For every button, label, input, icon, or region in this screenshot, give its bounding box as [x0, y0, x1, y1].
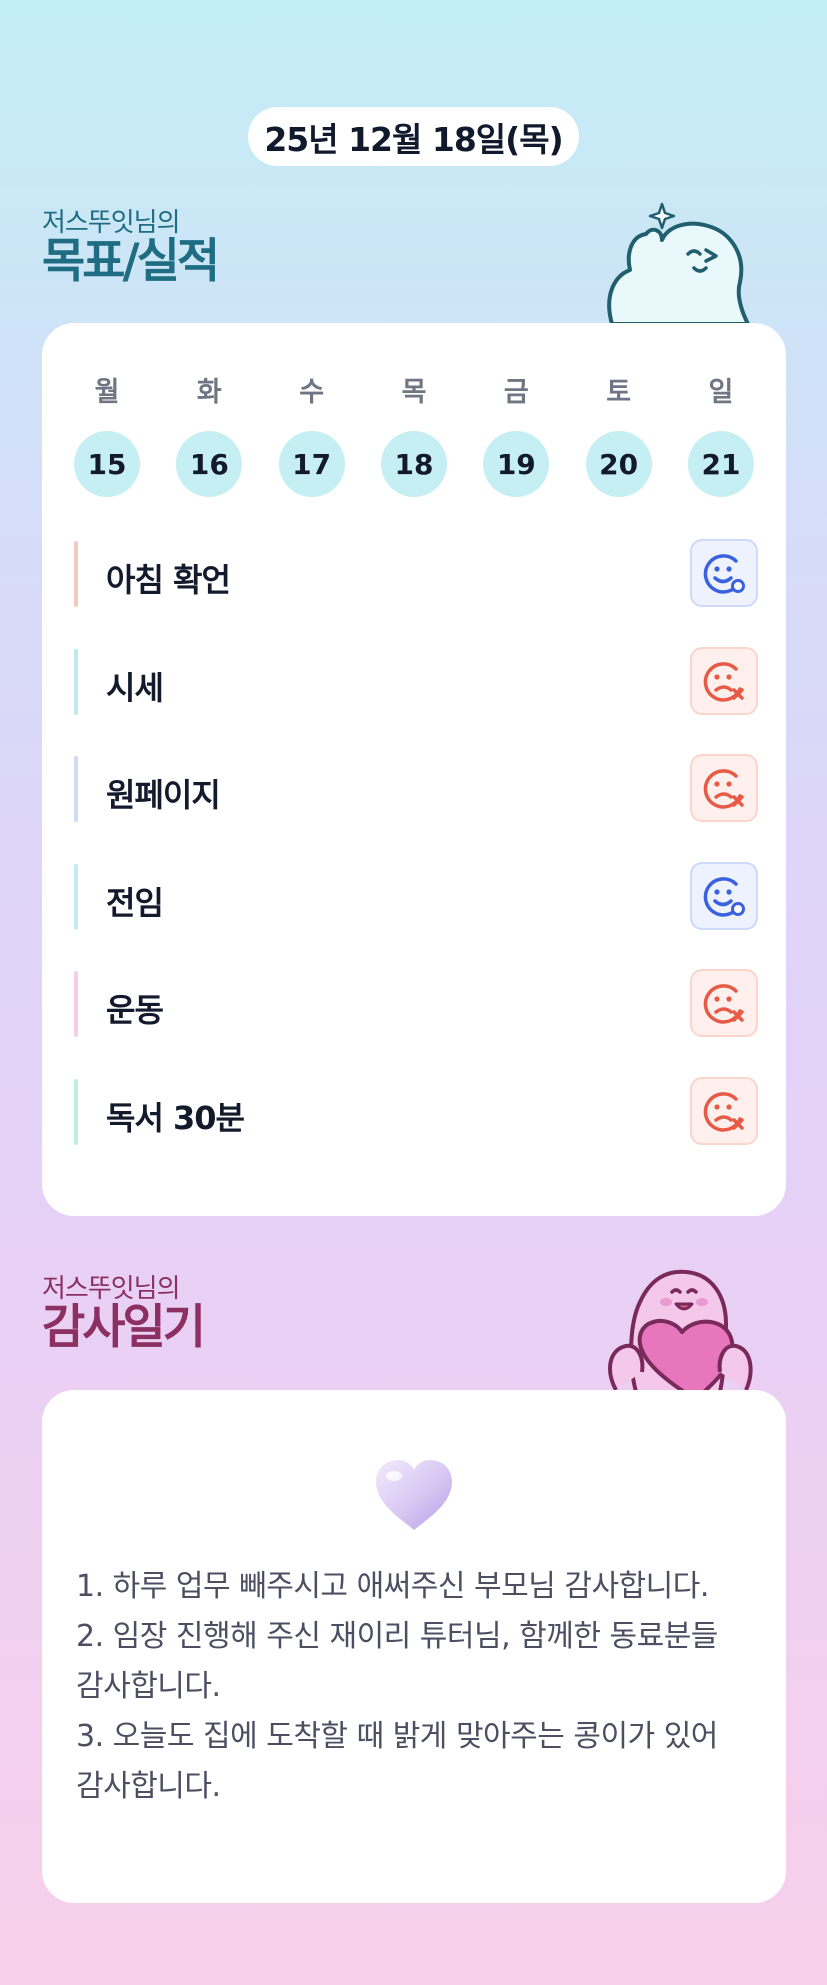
thanks-content: 1. 하루 업무 빼주시고 애써주신 부모님 감사합니다. 2. 임장 진행해 …	[76, 1562, 752, 1812]
goal-label: 원페이지	[106, 776, 221, 814]
day-column[interactable]: 화 16	[176, 373, 243, 497]
goal-accent-bar	[74, 971, 78, 1037]
happy-face-icon	[703, 554, 745, 594]
day-column[interactable]: 토 20	[585, 373, 652, 497]
goal-status-button[interactable]	[690, 1076, 758, 1145]
goal-item: 아침 확언	[74, 539, 758, 607]
goal-card: 월 15 화 16 수 17 목 18 금 19 토 20 일 21 아침 확언 시세	[42, 323, 786, 1216]
happy-face-icon	[703, 876, 745, 917]
thanks-section-title: 감사일기	[42, 1300, 206, 1355]
day-name: 금	[503, 377, 529, 408]
goal-accent-bar	[74, 1078, 78, 1145]
sad-face-x-icon	[703, 1091, 744, 1132]
day-date[interactable]: 15	[74, 431, 140, 497]
day-name: 토	[606, 377, 632, 408]
week-calendar: 월 15 화 16 수 17 목 18 금 19 토 20 일 21	[74, 373, 754, 497]
goal-status-button[interactable]	[690, 969, 758, 1037]
goal-label: 전임	[106, 883, 164, 922]
day-date[interactable]: 17	[278, 431, 345, 497]
goal-label: 운동	[106, 991, 164, 1029]
goal-status-button[interactable]	[690, 646, 758, 715]
goal-label: 독서 30분	[106, 1098, 245, 1137]
goal-accent-bar	[74, 863, 78, 930]
sad-face-x-icon	[703, 661, 744, 702]
day-column[interactable]: 수 17	[278, 373, 345, 497]
day-column[interactable]: 월 15	[74, 373, 140, 497]
goal-status-button[interactable]	[690, 754, 758, 822]
day-name: 일	[708, 377, 734, 408]
day-date[interactable]: 18	[380, 431, 447, 497]
goal-status-button[interactable]	[690, 861, 758, 930]
heart-mascot-icon	[608, 1269, 753, 1392]
heart-icon	[376, 1460, 452, 1530]
day-column[interactable]: 일 21	[687, 373, 754, 497]
goal-item: 원페이지	[74, 754, 758, 822]
date-display: 25년 12월 18일(목)	[248, 107, 579, 166]
thanks-item: 2. 임장 진행해 주신 재이리 튜터님, 함께한 동료분들 감사합니다.	[76, 1619, 718, 1704]
day-date[interactable]: 20	[585, 431, 652, 497]
goal-item: 독서 30분	[74, 1076, 758, 1145]
goal-label: 시세	[106, 668, 164, 707]
day-date[interactable]: 16	[176, 431, 243, 497]
goal-accent-bar	[74, 756, 78, 822]
goal-item: 운동	[74, 969, 758, 1037]
goal-status-button[interactable]	[690, 539, 758, 607]
thanks-item: 3. 오늘도 집에 도착할 때 밝게 맞아주는 콩이가 있어 감사합니다.	[76, 1719, 718, 1804]
goal-item: 시세	[74, 646, 758, 715]
thanks-item: 1. 하루 업무 빼주시고 애써주신 부모님 감사합니다.	[76, 1569, 709, 1604]
day-name: 월	[94, 377, 120, 408]
sad-face-x-icon	[703, 769, 744, 809]
day-name: 화	[196, 377, 222, 408]
day-date[interactable]: 19	[483, 431, 550, 497]
goal-accent-bar	[74, 648, 78, 715]
ghost-mascot-icon	[607, 202, 750, 326]
day-name: 수	[299, 377, 325, 408]
goal-list: 아침 확언 시세 원페이지 전임 운동 독서 30분	[74, 539, 758, 1186]
sad-face-x-icon	[703, 984, 744, 1024]
day-name: 목	[401, 377, 427, 408]
goal-label: 아침 확언	[106, 561, 231, 599]
goal-item: 전임	[74, 861, 758, 930]
goal-section-title: 목표/실적	[42, 234, 220, 289]
day-date[interactable]: 21	[687, 431, 754, 497]
day-column[interactable]: 금 19	[483, 373, 550, 497]
goal-section-header: 저스뚜잇님의 목표/실적	[42, 208, 220, 289]
day-column[interactable]: 목 18	[380, 373, 447, 497]
goal-accent-bar	[74, 541, 78, 607]
thanks-section-header: 저스뚜잇님의 감사일기	[42, 1274, 206, 1355]
thanks-card: 1. 하루 업무 빼주시고 애써주신 부모님 감사합니다. 2. 임장 진행해 …	[42, 1390, 786, 1903]
